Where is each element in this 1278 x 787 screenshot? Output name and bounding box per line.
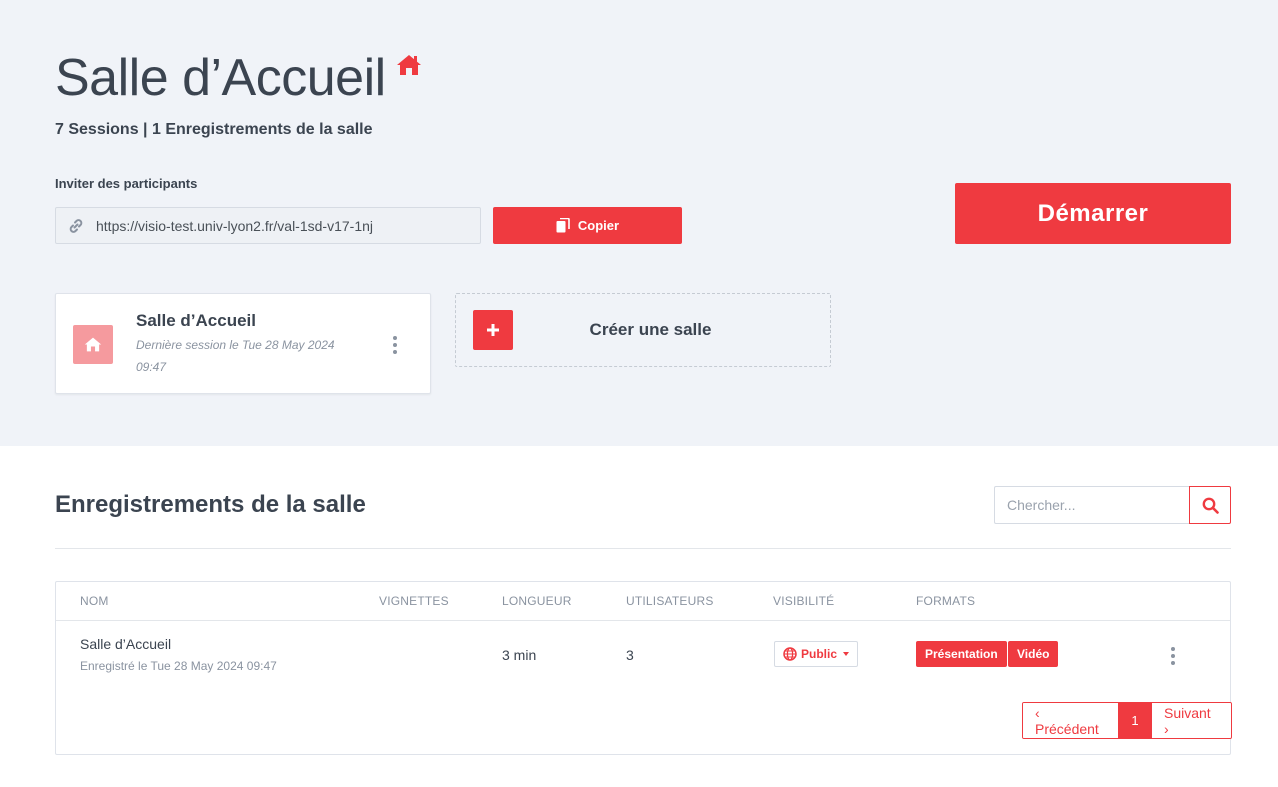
start-button[interactable]: Démarrer <box>955 183 1231 244</box>
column-header-visibility: Visibilité <box>773 594 835 608</box>
format-presentation-button[interactable]: Présentation <box>916 641 1007 667</box>
search-icon <box>1202 497 1219 514</box>
pagination-current-page[interactable]: 1 <box>1119 703 1151 738</box>
visibility-dropdown[interactable]: Public <box>774 641 859 667</box>
column-header-thumbnails: Vignettes <box>379 594 449 608</box>
recording-users: 3 <box>626 647 634 663</box>
home-icon <box>396 55 421 75</box>
pagination-next[interactable]: Suivant › <box>1151 703 1231 738</box>
column-header-formats: Formats <box>916 594 976 608</box>
invite-url-field[interactable]: https://visio-test.univ-lyon2.fr/val-1sd… <box>55 207 481 244</box>
search-input[interactable] <box>994 486 1189 524</box>
recording-options-icon[interactable] <box>1166 647 1180 665</box>
column-header-length: Longueur <box>502 594 572 608</box>
recording-length: 3 min <box>502 647 537 663</box>
room-stats: 7 Sessions | 1 Enregistrements de la sal… <box>55 121 373 138</box>
recording-date: Enregistré le Tue 28 May 2024 09:47 <box>80 659 277 673</box>
table-row: Salle d’Accueil Enregistré le Tue 28 May… <box>56 621 1230 687</box>
room-title-text: Salle d’Accueil <box>55 49 386 107</box>
room-header-section: Salle d’Accueil 7 Sessions | 1 Enregistr… <box>0 0 1278 446</box>
invite-url: https://visio-test.univ-lyon2.fr/val-1sd… <box>96 217 373 234</box>
search-button[interactable] <box>1189 486 1231 524</box>
room-card-name: Salle d’Accueil <box>136 311 256 330</box>
copy-button[interactable]: Copier <box>493 207 682 244</box>
column-header-users: Utilisateurs <box>626 594 714 608</box>
table-header: Nom Vignettes Longueur Utilisateurs Visi… <box>56 582 1230 621</box>
section-divider <box>55 548 1231 549</box>
create-room-card[interactable]: Créer une salle <box>455 293 831 367</box>
room-options-icon[interactable] <box>388 336 402 354</box>
copy-icon <box>556 218 570 233</box>
format-video-button[interactable]: Vidéo <box>1008 641 1059 667</box>
recordings-title: Enregistrements de la salle <box>55 491 366 518</box>
chevron-down-icon <box>843 652 850 656</box>
create-room-label: Créer une salle <box>589 320 712 339</box>
room-card-last-session: Dernière session le Tue 28 May 2024 09:4… <box>136 338 335 374</box>
link-icon <box>56 218 96 234</box>
pagination: ‹ Précédent 1 Suivant › <box>1022 702 1232 739</box>
copy-button-label: Copier <box>577 218 620 233</box>
pagination-previous[interactable]: ‹ Précédent <box>1023 703 1119 738</box>
page-title: Salle d’Accueil <box>55 48 421 108</box>
column-header-name: Nom <box>80 594 109 608</box>
globe-icon <box>783 647 797 661</box>
recording-name: Salle d’Accueil <box>80 636 172 652</box>
room-card[interactable]: Salle d’Accueil Dernière session le Tue … <box>55 293 431 394</box>
home-icon <box>84 337 102 352</box>
invite-label: Inviter des participants <box>55 176 198 191</box>
recordings-search <box>994 486 1231 524</box>
recordings-table: Nom Vignettes Longueur Utilisateurs Visi… <box>55 581 1232 755</box>
room-avatar <box>73 325 113 364</box>
visibility-value: Public <box>801 647 838 661</box>
